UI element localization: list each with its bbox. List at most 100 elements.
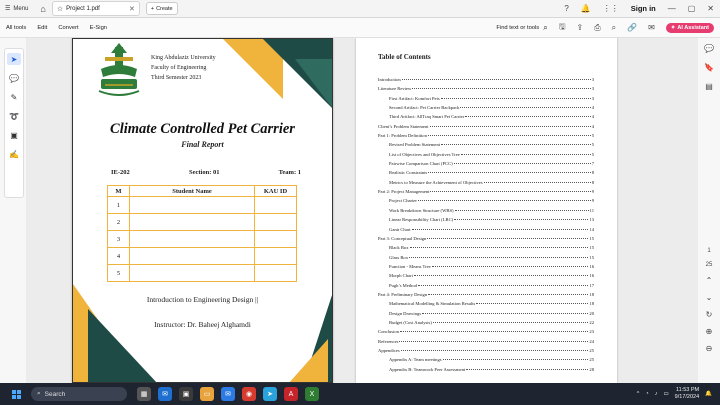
toc-dot-leader <box>422 312 589 314</box>
store-icon[interactable]: ▣ <box>179 387 193 401</box>
toc-entry[interactable]: Appendix B: Teamwork Peer Assessment 28 <box>378 367 594 376</box>
task-view-icon[interactable]: ▦ <box>137 387 151 401</box>
menu-convert[interactable]: Convert <box>58 25 78 31</box>
save-icon[interactable]: 🖫 <box>559 21 566 35</box>
toc-entry[interactable]: Part 3: Conceptual Design 15 <box>378 236 594 245</box>
refresh-icon[interactable]: ↻ <box>706 310 713 319</box>
home-icon[interactable]: ⌂ <box>40 4 45 14</box>
zoom-in-icon[interactable]: ⊕ <box>706 327 713 336</box>
toc-entry[interactable]: Pugh’s Method 17 <box>378 283 594 292</box>
toc-entry[interactable]: Morph Chart 16 <box>378 273 594 282</box>
battery-icon[interactable]: ▭ <box>663 391 668 397</box>
create-button[interactable]: + Create <box>145 2 178 15</box>
chrome-icon[interactable]: ◉ <box>242 387 256 401</box>
notifications-icon[interactable]: 🔔 <box>581 4 591 13</box>
toc-entry[interactable]: Black Box 15 <box>378 245 594 254</box>
mail-icon[interactable]: ✉ <box>648 23 655 32</box>
toc-entry[interactable]: Metrics to Measure the Achievement of Ob… <box>378 180 594 189</box>
tray-chevron-icon[interactable]: ^ <box>637 391 640 397</box>
fill-sign-icon[interactable]: ✍ <box>7 148 21 160</box>
toc-entry[interactable]: Pairwise Comparison Chart (PCC) 7 <box>378 161 594 170</box>
toc-entry[interactable]: First Artifact: Komfort Pets 3 <box>378 96 594 105</box>
close-window-icon[interactable]: ✕ <box>707 4 714 13</box>
sign-in-button[interactable]: Sign in <box>631 4 656 13</box>
toc-entry[interactable]: Part 1: Problem Definition 5 <box>378 133 594 142</box>
toc-entry[interactable]: Part 2: Project Management 9 <box>378 189 594 198</box>
windows-start-icon[interactable] <box>12 389 21 399</box>
toc-entry[interactable]: Client’s Problem Statement 4 <box>378 124 594 133</box>
volume-icon[interactable]: ♪ <box>655 391 658 397</box>
apps-grid-icon[interactable]: ⋮⋮ <box>603 4 619 13</box>
toc-entry[interactable]: List of Objectives and Objectives Tree 5 <box>378 152 594 161</box>
toc-entry[interactable]: Second Artifact: Pet Carrier Backpack 4 <box>378 105 594 114</box>
document-viewer[interactable]: King Abdulaziz University Faculty of Eng… <box>26 38 698 383</box>
bookmarks-icon[interactable]: 🔖 <box>704 63 714 72</box>
print-icon[interactable]: ⎙ <box>594 23 600 33</box>
prev-page-icon[interactable]: ⌃ <box>706 276 713 285</box>
toc-entry[interactable]: Literature Review 3 <box>378 86 594 95</box>
toc-entry-label: Linear Responsibility Chart (LRC) <box>389 217 454 223</box>
document-tab[interactable]: ☆ Project 1.pdf ✕ <box>51 1 140 16</box>
next-page-icon[interactable]: ⌄ <box>706 293 713 302</box>
menu-esign[interactable]: E-Sign <box>90 25 107 31</box>
toc-dot-leader <box>428 172 591 174</box>
star-icon[interactable]: ☆ <box>57 5 63 13</box>
toc-entry[interactable]: Budget (Cost Analysis) 22 <box>378 320 594 329</box>
toc-entry[interactable]: Realistic Constraints 8 <box>378 170 594 179</box>
wifi-icon[interactable]: ◔ <box>645 391 648 397</box>
toc-entry[interactable]: Third Artifact: AllTraq Smart Pet Carrie… <box>378 114 594 123</box>
toc-entry-label: Conclusion <box>378 329 399 335</box>
file-explorer-icon[interactable]: ▭ <box>200 387 214 401</box>
zoom-out-icon[interactable]: ⊖ <box>706 344 713 353</box>
share-icon[interactable]: 🔗 <box>627 23 637 32</box>
toc-entry[interactable]: Glass Box 15 <box>378 255 594 264</box>
menu-all-tools[interactable]: All tools <box>6 25 26 31</box>
thumbnails-icon[interactable]: ▤ <box>705 82 713 91</box>
excel-icon[interactable]: X <box>305 387 319 401</box>
taskbar-search[interactable]: ⌕ Search <box>31 387 127 401</box>
toc-entry[interactable]: Gantt Chart 14 <box>378 227 594 236</box>
toc-entry[interactable]: Mathematical Modelling & Simulation Resu… <box>378 301 594 310</box>
mail-app-icon[interactable]: ✉ <box>221 387 235 401</box>
toc-entry[interactable]: References 24 <box>378 339 594 348</box>
plus-icon: + <box>150 5 155 12</box>
acrobat-icon[interactable]: A <box>284 387 298 401</box>
close-tab-icon[interactable]: ✕ <box>129 5 135 13</box>
outlook-icon[interactable]: ✉ <box>158 387 172 401</box>
minimize-icon[interactable]: — <box>668 4 676 13</box>
notification-bell-icon[interactable]: 🔔 <box>705 391 712 397</box>
toc-entry[interactable]: Project Charter 9 <box>378 198 594 207</box>
table-header: M <box>107 185 130 197</box>
menu-button[interactable]: ☰ Menu <box>5 5 28 13</box>
telegram-icon[interactable]: ➤ <box>263 387 277 401</box>
comments-panel-icon[interactable]: 💬 <box>704 44 714 53</box>
select-cursor-icon[interactable]: ➤ <box>7 53 21 65</box>
toc-entry[interactable]: Revised Problem Statement 5 <box>378 142 594 151</box>
section: Section: 01 <box>188 169 220 176</box>
toc-entry-label: Part 2: Project Management <box>378 189 430 195</box>
toc-entry[interactable]: Conclusion 23 <box>378 329 594 338</box>
toc-entry[interactable]: Function - Means Tree 16 <box>378 264 594 273</box>
toc-entry[interactable]: Design Drawings 20 <box>378 311 594 320</box>
search-doc-icon[interactable]: ⌕ <box>612 23 616 33</box>
toc-entry[interactable]: Part 4: Preliminary Design 18 <box>378 292 594 301</box>
toc-entry[interactable]: Appendix A: Team meetings 25 <box>378 357 594 366</box>
text-select-icon[interactable]: ▣ <box>7 129 21 141</box>
help-icon[interactable]: ? <box>564 4 568 13</box>
current-page[interactable]: 1 <box>707 248 710 254</box>
pen-icon[interactable]: ✎ <box>7 91 21 103</box>
lasso-icon[interactable]: ➰ <box>7 110 21 122</box>
clock[interactable]: 11:53 PM 9/17/2024 <box>675 387 699 401</box>
toc-entry[interactable]: Introduction 3 <box>378 77 594 86</box>
menu-edit[interactable]: Edit <box>37 25 47 31</box>
toc-entry[interactable]: Work Breakdown Structure (WBS) 11 <box>378 208 594 217</box>
row-number: 3 <box>107 230 130 248</box>
upload-icon[interactable]: ⇪ <box>577 23 584 32</box>
ai-assistant-label: AI Assistant <box>677 24 709 31</box>
maximize-icon[interactable]: ▢ <box>688 4 696 13</box>
comment-icon[interactable]: 💬 <box>7 72 21 84</box>
toc-entry[interactable]: Linear Responsibility Chart (LRC) 13 <box>378 217 594 226</box>
find-tools-button[interactable]: Find text or tools ⌕ <box>496 23 547 33</box>
ai-assistant-button[interactable]: ✦ AI Assistant <box>665 22 714 33</box>
toc-entry[interactable]: Appendices 25 <box>378 348 594 357</box>
